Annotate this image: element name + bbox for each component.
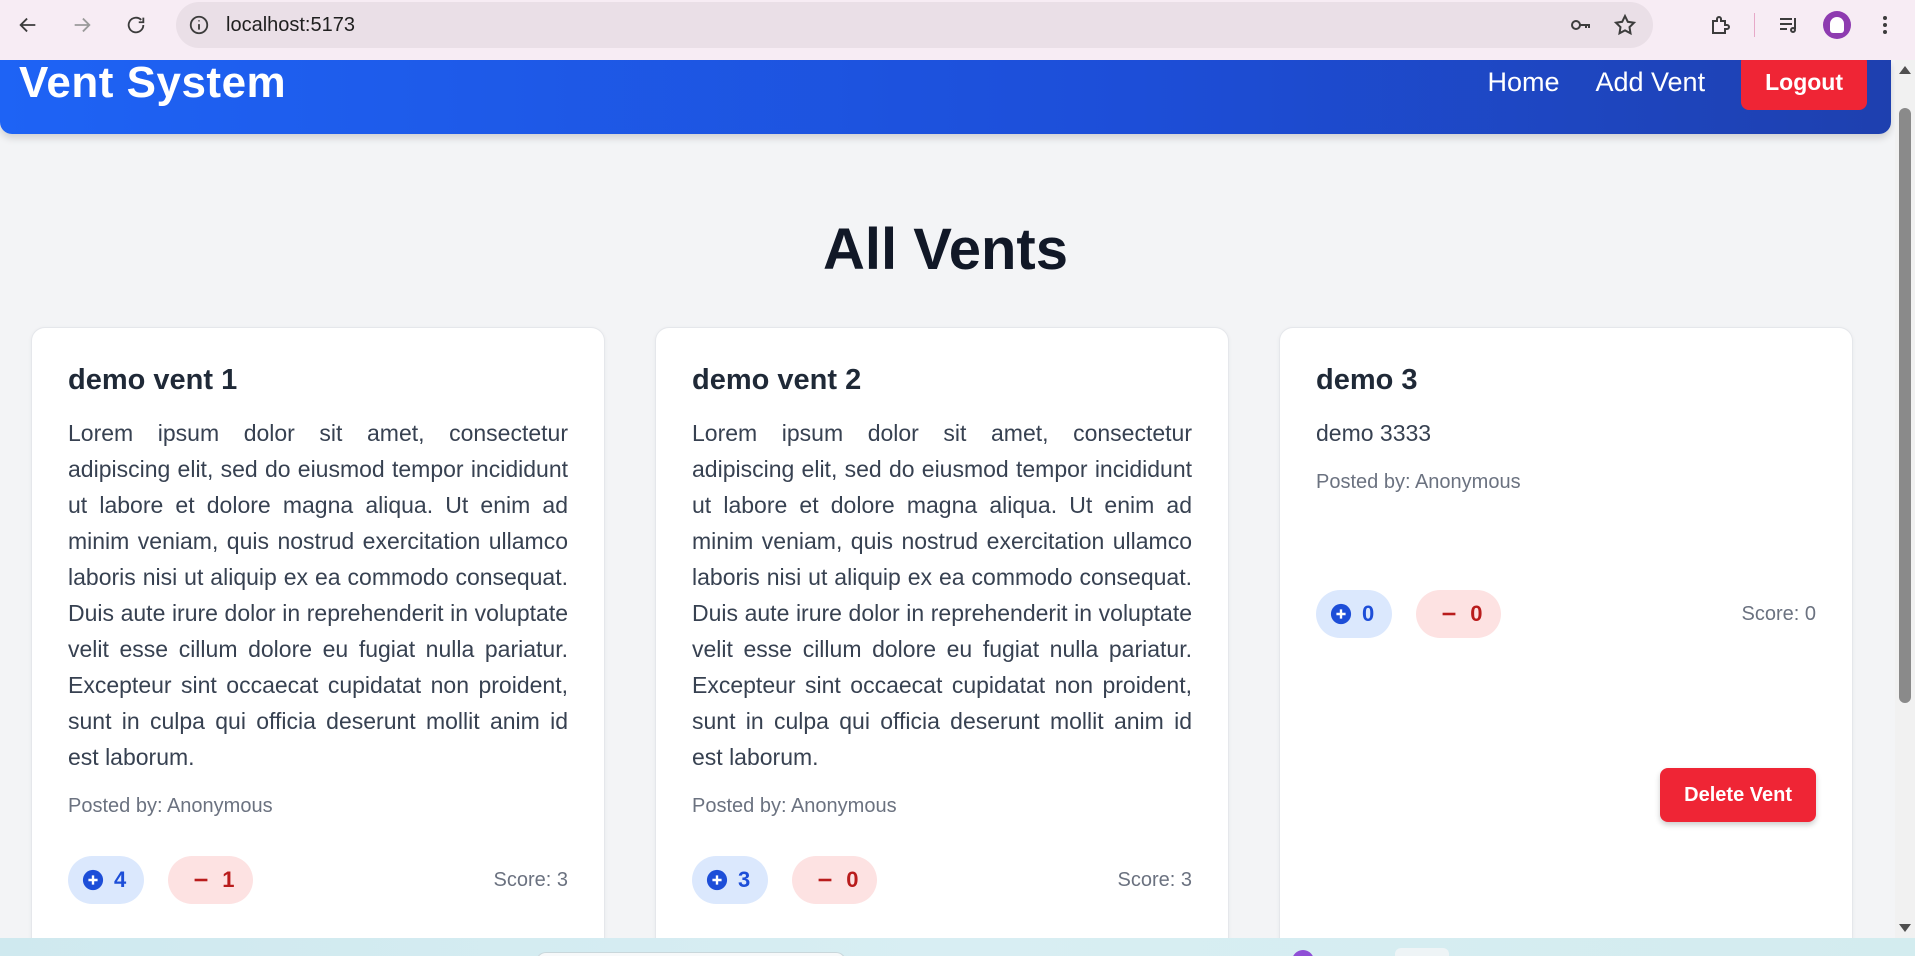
downvote-count: 0 [1470,601,1483,626]
vent-body: Lorem ipsum dolor sit amet, consectetur … [68,420,568,770]
vent-card: demo vent 2 Lorem ipsum dolor sit amet, … [655,327,1229,938]
logout-button[interactable]: Logout [1741,60,1867,110]
vote-row: 3 0 Score: 3 [692,856,1192,904]
delete-vent-button[interactable]: Delete Vent [1660,768,1816,822]
brand-title[interactable]: Vent System [19,60,286,108]
toolbar-divider [1754,13,1755,37]
media-controls-icon[interactable] [1777,13,1801,37]
vent-author: Posted by: Anonymous [692,795,897,817]
upvote-button[interactable]: 4 [68,856,145,904]
downvote-button[interactable]: 1 [168,856,253,904]
taskbar-app-tile[interactable] [1395,948,1449,956]
taskbar-app-icon[interactable] [1292,950,1314,956]
vent-body: demo 3333 [1316,420,1432,446]
forward-icon[interactable] [62,5,102,45]
nav-add-vent-link[interactable]: Add Vent [1595,67,1705,98]
site-info-icon[interactable] [188,14,210,36]
downvote-button[interactable]: 0 [792,856,877,904]
vent-author: Posted by: Anonymous [68,795,273,817]
app-viewport: Vent System Home Add Vent Logout All Ven… [0,60,1895,938]
upvote-count: 4 [114,867,127,892]
downvote-count: 1 [222,867,235,892]
vent-card: demo vent 1 Lorem ipsum dolor sit amet, … [31,327,605,938]
plus-circle-icon [82,869,104,891]
scrollbar-thumb[interactable] [1899,108,1911,703]
url-text[interactable]: localhost:5173 [226,14,355,37]
vote-row: 0 0 Score: 0 [1316,590,1816,638]
minus-icon [1442,612,1456,616]
minus-icon [194,878,208,882]
vote-row: 4 1 Score: 3 [68,856,568,904]
vent-title: demo 3 [1316,364,1418,396]
plus-circle-icon [1330,603,1352,625]
downvote-button[interactable]: 0 [1416,590,1501,638]
os-taskbar [0,938,1915,956]
plus-circle-icon [706,869,728,891]
extensions-icon[interactable] [1708,13,1732,37]
vent-score: Score: 3 [493,868,568,891]
vent-author: Posted by: Anonymous [1316,471,1521,493]
upvote-count: 0 [1362,601,1375,626]
taskbar-search-box[interactable] [536,952,846,956]
vent-score: Score: 3 [1117,868,1192,891]
downvote-count: 0 [846,867,859,892]
profile-avatar[interactable] [1823,11,1851,39]
address-bar[interactable]: localhost:5173 [176,2,1653,48]
vent-title: demo vent 2 [692,364,862,396]
upvote-button[interactable]: 0 [1316,590,1393,638]
back-icon[interactable] [8,5,48,45]
bookmark-star-icon[interactable] [1613,13,1637,37]
vent-title: demo vent 1 [68,364,238,396]
page-title: All Vents [823,217,1068,282]
reload-icon[interactable] [116,5,156,45]
app-header: Vent System Home Add Vent Logout [0,60,1891,134]
minus-icon [818,878,832,882]
scroll-up-arrow-icon[interactable] [1899,66,1911,74]
more-menu-icon[interactable] [1873,13,1897,37]
vent-score: Score: 0 [1741,602,1816,625]
scroll-down-arrow-icon[interactable] [1899,924,1911,932]
vent-card: demo 3 demo 3333 Posted by: Anonymous 0 … [1279,327,1853,938]
page-scrollbar[interactable] [1895,60,1915,938]
password-key-icon[interactable] [1569,13,1593,37]
nav-links: Home Add Vent Logout [1487,60,1867,110]
upvote-count: 3 [738,867,751,892]
browser-toolbar: localhost:5173 [0,0,1915,60]
vent-body: Lorem ipsum dolor sit amet, consectetur … [692,420,1192,770]
nav-home-link[interactable]: Home [1487,67,1559,98]
upvote-button[interactable]: 3 [692,856,769,904]
